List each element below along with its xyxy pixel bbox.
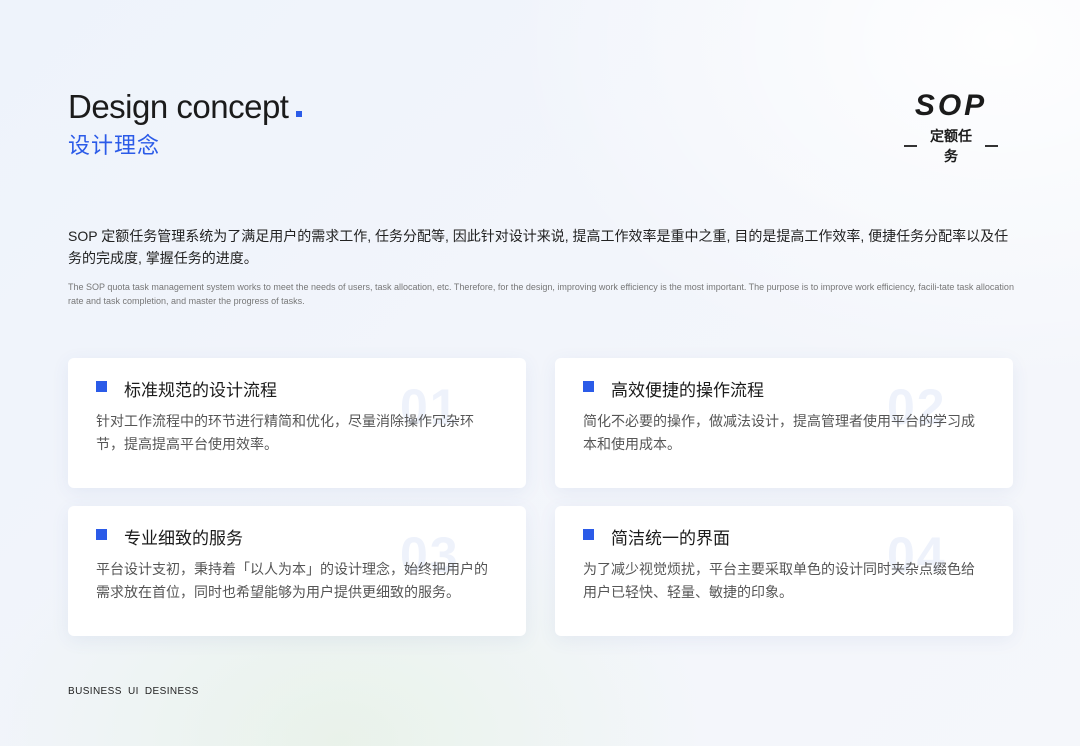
concept-card-4: 04 简洁统一的界面 为了减少视觉烦扰，平台主要采取单色的设计同时夹杂点缀色给用…	[555, 506, 1013, 636]
logo-sub: 定额任务	[896, 126, 1006, 166]
page-subtitle: 设计理念	[68, 133, 161, 158]
intro-english: The SOP quota task management system wor…	[68, 282, 1014, 306]
card-description: 平台设计支初，秉持着「以人为本」的设计理念，始终把用户的需求放在首位，同时也希望…	[96, 561, 488, 600]
square-bullet-icon	[96, 381, 107, 392]
card-title: 专业细致的服务	[124, 529, 243, 548]
card-description: 简化不必要的操作，做减法设计，提高管理者使用平台的学习成本和使用成本。	[583, 413, 975, 452]
card-title: 标准规范的设计流程	[124, 381, 277, 400]
logo-sub-text: 定额任务	[930, 128, 972, 164]
title-dot-icon	[296, 111, 303, 117]
concept-card-3: 03 专业细致的服务 平台设计支初，秉持着「以人为本」的设计理念，始终把用户的需…	[68, 506, 526, 636]
card-title: 高效便捷的操作流程	[611, 381, 764, 400]
concept-card-1: 01 标准规范的设计流程 针对工作流程中的环节进行精简和优化，尽量消除操作冗杂环…	[68, 358, 526, 488]
square-bullet-icon	[583, 381, 594, 392]
page-title-text: Design concept	[68, 88, 289, 125]
page-title: Design concept	[68, 88, 303, 126]
square-bullet-icon	[96, 529, 107, 540]
card-description: 针对工作流程中的环节进行精简和优化，尽量消除操作冗杂环节，提高提高平台使用效率。	[96, 413, 474, 452]
card-description: 为了减少视觉烦扰，平台主要采取单色的设计同时夹杂点缀色给用户已轻快、轻量、敏捷的…	[583, 561, 975, 600]
dash-icon	[904, 145, 917, 147]
card-title: 简洁统一的界面	[611, 529, 730, 548]
square-bullet-icon	[583, 529, 594, 540]
intro-chinese: SOP 定额任务管理系统为了满足用户的需求工作, 任务分配等, 因此针对设计来说…	[68, 228, 1009, 266]
logo-main-text: SOP	[914, 89, 988, 122]
sop-logo: SOP 定额任务	[896, 90, 1006, 166]
dash-icon	[985, 145, 998, 147]
concept-card-2: 02 高效便捷的操作流程 简化不必要的操作，做减法设计，提高管理者使用平台的学习…	[555, 358, 1013, 488]
footer-text: BUSINESS UI DESINESS	[68, 686, 199, 697]
